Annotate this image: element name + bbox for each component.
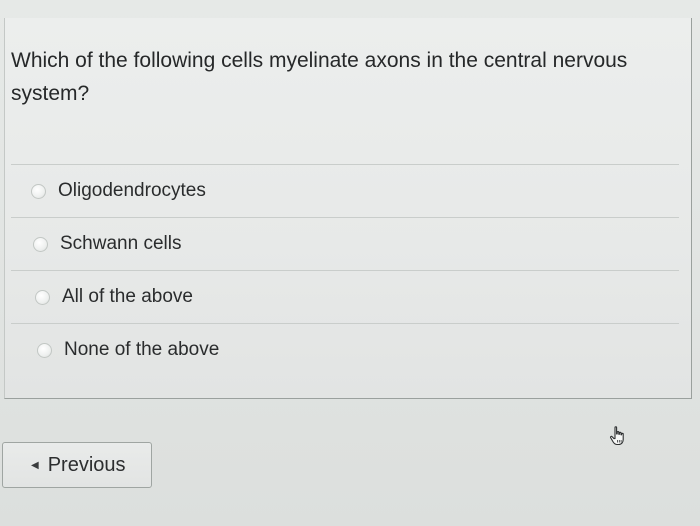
question-text: Which of the following cells myelinate a… [11,49,628,105]
radio-button[interactable] [37,342,52,358]
choice-label: Oligodendrocytes [58,180,206,201]
hand-pointer-icon [606,424,630,448]
choice-label: None of the above [64,339,220,360]
quiz-screen: Which of the following cells myelinate a… [0,0,700,526]
answer-choices: Oligodendrocytes Schwann cells All of th… [11,164,679,376]
radio-button[interactable] [33,236,48,252]
question-card: Which of the following cells myelinate a… [4,18,692,399]
choice-oligodendrocytes[interactable]: Oligodendrocytes [11,164,679,217]
radio-button[interactable] [31,183,46,199]
choice-all-of-the-above[interactable]: All of the above [11,270,679,323]
choice-label: All of the above [62,286,193,307]
choice-none-of-the-above[interactable]: None of the above [11,323,679,376]
choice-schwann-cells[interactable]: Schwann cells [11,217,679,270]
choice-label: Schwann cells [60,233,182,254]
radio-button[interactable] [35,289,50,305]
previous-button[interactable]: ◀ Previous [2,442,152,488]
previous-label: Previous [47,453,126,476]
triangle-left-icon: ◀ [31,459,39,471]
